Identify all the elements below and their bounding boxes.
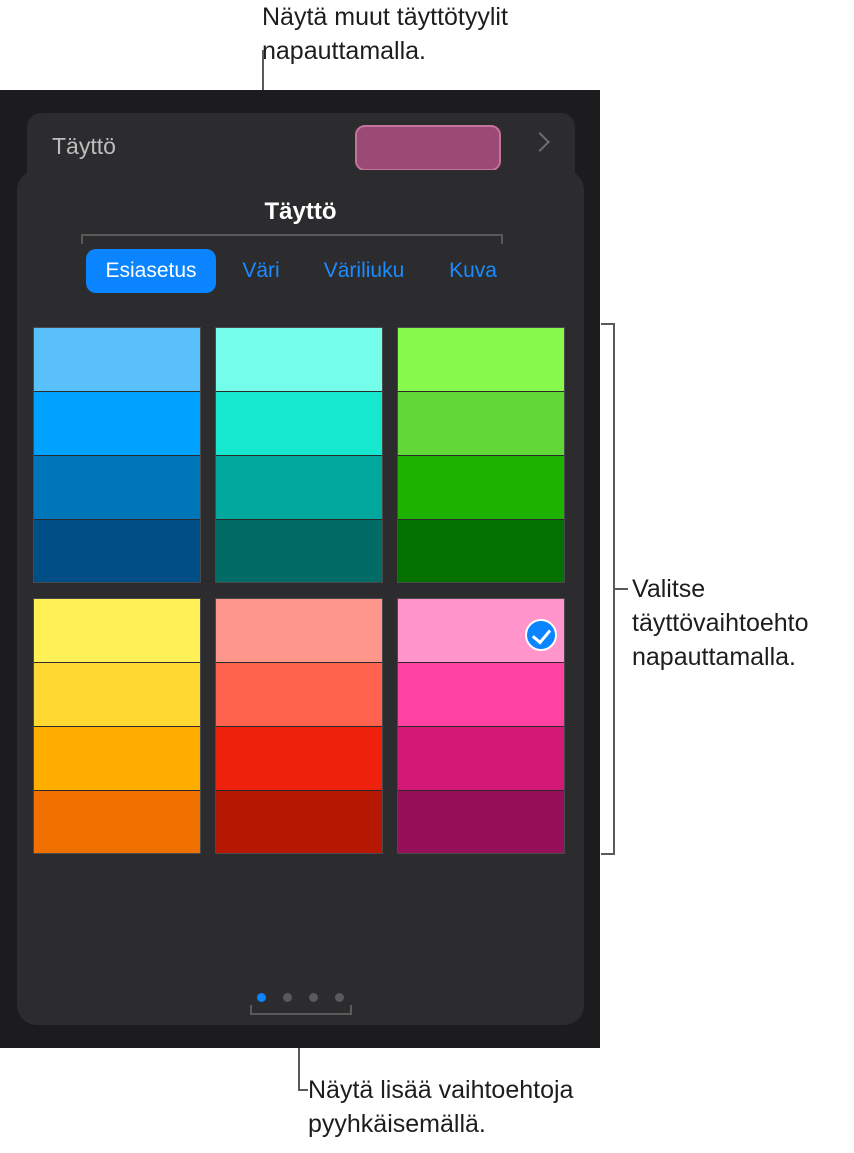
callout-leader-line xyxy=(298,1089,308,1091)
tabs-bracket xyxy=(81,234,503,236)
page-dot[interactable] xyxy=(257,993,266,1002)
swatch-color[interactable] xyxy=(34,392,200,456)
callout-line: Valitse xyxy=(632,575,706,603)
callout-leader-line xyxy=(614,588,628,590)
dots-bracket-tick xyxy=(350,1005,352,1015)
swatch-color[interactable] xyxy=(398,456,564,520)
callout-bracket-tick xyxy=(601,853,615,855)
swatch-color[interactable] xyxy=(34,599,200,663)
swatch-color[interactable] xyxy=(34,520,200,582)
tabs-bracket-tick xyxy=(501,234,503,244)
swatch-color[interactable] xyxy=(216,727,382,791)
tab-gradient[interactable]: Väriliuku xyxy=(308,249,420,293)
callout-choose-fill-option: Valitse täyttövaihtoehto napauttamalla. xyxy=(632,572,809,674)
swatch-color[interactable] xyxy=(398,392,564,456)
dots-bracket xyxy=(250,1013,352,1015)
callout-line: napauttamalla. xyxy=(262,37,427,65)
popover-title: Täyttö xyxy=(264,198,337,225)
callout-line: pyyhkäisemällä. xyxy=(308,1110,486,1138)
checkmark-icon xyxy=(525,619,557,651)
swatch-color[interactable] xyxy=(398,791,564,853)
callout-line: Näytä muut täyttötyylit xyxy=(262,3,508,31)
swatch-group-teal[interactable] xyxy=(215,327,383,583)
swatch-color[interactable] xyxy=(34,727,200,791)
callout-bracket-tick xyxy=(601,323,615,325)
dots-bracket-tick xyxy=(250,1005,252,1015)
swatch-color[interactable] xyxy=(216,392,382,456)
page-dot[interactable] xyxy=(283,993,292,1002)
swatch-color[interactable] xyxy=(34,663,200,727)
swatch-color[interactable] xyxy=(34,791,200,853)
swatch-group-pink[interactable] xyxy=(397,598,565,854)
tab-image[interactable]: Kuva xyxy=(438,249,508,293)
swatch-color[interactable] xyxy=(216,663,382,727)
callout-line: täyttövaihtoehto xyxy=(632,609,809,637)
swatch-group-green[interactable] xyxy=(397,327,565,583)
swatch-color[interactable] xyxy=(398,520,564,582)
swatch-color[interactable] xyxy=(216,520,382,582)
page-dot[interactable] xyxy=(335,993,344,1002)
tab-preset[interactable]: Esiasetus xyxy=(86,249,216,293)
tabs-bracket-tick xyxy=(81,234,83,244)
swatch-color[interactable] xyxy=(216,456,382,520)
tab-color[interactable]: Väri xyxy=(228,249,294,293)
callout-line: Näytä lisää vaihtoehtoja xyxy=(308,1076,574,1104)
swatch-color[interactable] xyxy=(398,328,564,392)
swatch-color[interactable] xyxy=(216,791,382,853)
chevron-right-icon xyxy=(530,132,550,152)
current-fill-swatch[interactable] xyxy=(355,125,501,171)
swatch-group-red[interactable] xyxy=(215,598,383,854)
fill-row-label: Täyttö xyxy=(52,133,116,159)
swatch-color[interactable] xyxy=(398,663,564,727)
callout-line: napauttamalla. xyxy=(632,643,797,671)
fill-popover: Täyttö Esiasetus Väri Väriliuku Kuva xyxy=(17,170,584,1025)
swatch-color[interactable] xyxy=(398,727,564,791)
swatch-color[interactable] xyxy=(34,456,200,520)
page-dot[interactable] xyxy=(309,993,318,1002)
popover-arrow xyxy=(283,149,323,171)
callout-swipe-more-options: Näytä lisää vaihtoehtoja pyyhkäisemällä. xyxy=(308,1073,573,1141)
swatch-color[interactable] xyxy=(216,328,382,392)
swatch-group-yellow[interactable] xyxy=(33,598,201,854)
swatch-color[interactable] xyxy=(216,599,382,663)
swatch-group-blue[interactable] xyxy=(33,327,201,583)
swatch-color[interactable] xyxy=(34,328,200,392)
callout-tap-more-fill-styles: Näytä muut täyttötyylit napauttamalla. xyxy=(262,0,508,68)
